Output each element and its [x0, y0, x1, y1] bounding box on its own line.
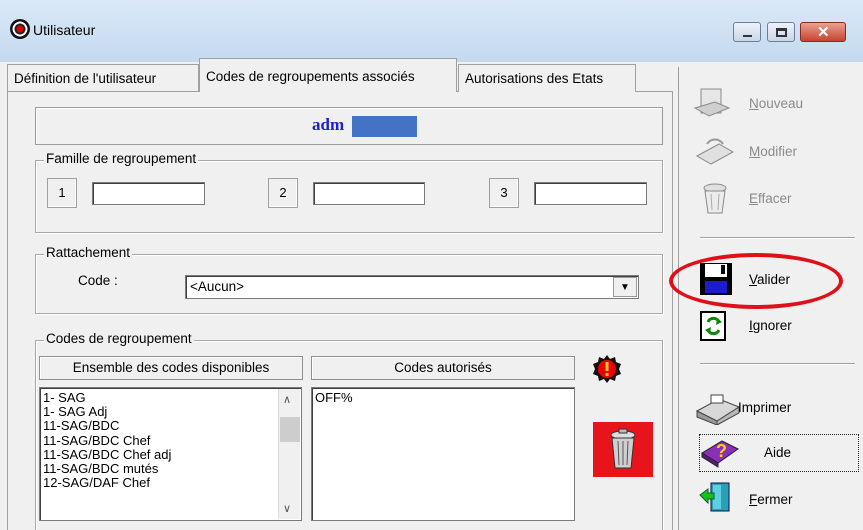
tab-codes[interactable]: Codes de regroupements associés: [199, 58, 457, 92]
minimize-button[interactable]: [733, 22, 761, 42]
famille-field-2[interactable]: [313, 182, 425, 205]
aide-label: Aide: [764, 445, 792, 460]
list-item[interactable]: 11-SAG/BDC Chef: [40, 433, 301, 448]
famille-field-1[interactable]: [92, 182, 205, 205]
list-item[interactable]: 1- SAG: [40, 390, 301, 405]
window-title: Utilisateur: [33, 22, 96, 38]
effacer-label: Effacer: [749, 191, 792, 206]
scroll-thumb[interactable]: [280, 417, 300, 442]
famille-field-3[interactable]: [534, 182, 647, 205]
tab-definition[interactable]: Définition de l'utilisateur: [7, 64, 199, 92]
list-item[interactable]: 1- SAG Adj: [40, 405, 301, 419]
separator: [700, 363, 855, 365]
fermer-button[interactable]: Fermer: [693, 481, 843, 519]
famille-legend: Famille de regroupement: [44, 151, 199, 166]
tab-label: Codes de regroupements associés: [206, 69, 415, 84]
close-icon: ✕: [817, 24, 830, 41]
authorized-codes-list[interactable]: OFF%: [311, 387, 575, 521]
nouveau-button[interactable]: Nouveau: [693, 86, 843, 124]
separator: [700, 237, 855, 239]
tab-label: Définition de l'utilisateur: [14, 71, 157, 86]
modifier-button[interactable]: Modifier: [693, 134, 843, 172]
available-header-button[interactable]: Ensemble des codes disponibles: [39, 356, 303, 380]
scroll-up-icon[interactable]: ∧: [283, 393, 291, 406]
user-name: adm: [312, 115, 345, 134]
codes-legend: Codes de regroupement: [44, 331, 194, 346]
maximize-button[interactable]: [767, 22, 795, 42]
tab-autorisations[interactable]: Autorisations des Etats: [458, 64, 636, 92]
chevron-down-icon[interactable]: ▼: [613, 277, 637, 297]
list-item[interactable]: 11-SAG/BDC mutés: [40, 461, 301, 476]
famille-number-1: 1: [47, 178, 77, 208]
printer-icon: [695, 394, 741, 425]
effacer-button[interactable]: Effacer: [693, 180, 843, 218]
ignorer-label: Ignorer: [749, 318, 792, 333]
modifier-label: Modifier: [749, 144, 798, 159]
tab-label: Autorisations des Etats: [465, 71, 604, 86]
imprimer-label: Imprimer: [738, 400, 792, 415]
list-item[interactable]: 11-SAG/BDC Chef adj: [40, 447, 301, 462]
list-item[interactable]: OFF%: [312, 390, 574, 405]
list-item[interactable]: 12-SAG/DAF Chef: [40, 476, 301, 490]
warning-gear-icon[interactable]: [592, 354, 622, 384]
close-button[interactable]: ✕: [800, 22, 846, 42]
new-document-icon: [693, 88, 731, 117]
code-label: Code :: [78, 273, 118, 288]
available-codes-list[interactable]: 1- SAG 1- SAG Adj 11-SAG/BDC 11-SAG/BDC Che…: [39, 387, 302, 521]
nouveau-label: Nouveau: [749, 96, 804, 111]
trash-icon: [703, 183, 727, 214]
code-select[interactable]: <Aucun>: [185, 275, 639, 299]
user-header-box: [35, 107, 663, 145]
imprimer-button[interactable]: Imprimer: [693, 391, 843, 427]
list-item[interactable]: 11-SAG/BDC: [40, 419, 301, 433]
trash-icon: [610, 428, 636, 469]
scroll-down-icon[interactable]: ∨: [283, 502, 291, 515]
exit-door-icon: [699, 482, 730, 512]
annotation-circle: [669, 253, 843, 309]
maximize-icon: [776, 28, 787, 37]
app-icon: [10, 19, 30, 39]
refresh-icon: [700, 311, 726, 341]
redacted-highlight: [352, 116, 417, 137]
available-scrollbar[interactable]: [278, 389, 300, 519]
help-book-icon: ?: [701, 440, 739, 468]
famille-number-3: 3: [489, 178, 519, 208]
famille-number-2: 2: [268, 178, 298, 208]
ignorer-button[interactable]: Ignorer: [693, 310, 843, 348]
trash-button[interactable]: [593, 422, 653, 477]
svg-text:?: ?: [716, 441, 727, 461]
edit-hand-icon: [695, 138, 735, 165]
minimize-icon: [743, 35, 752, 37]
authorized-header-button[interactable]: Codes autorisés: [311, 356, 575, 380]
fermer-label: Fermer: [749, 492, 793, 507]
rattachement-legend: Rattachement: [44, 245, 133, 260]
aide-button[interactable]: ? Aide: [699, 434, 859, 472]
